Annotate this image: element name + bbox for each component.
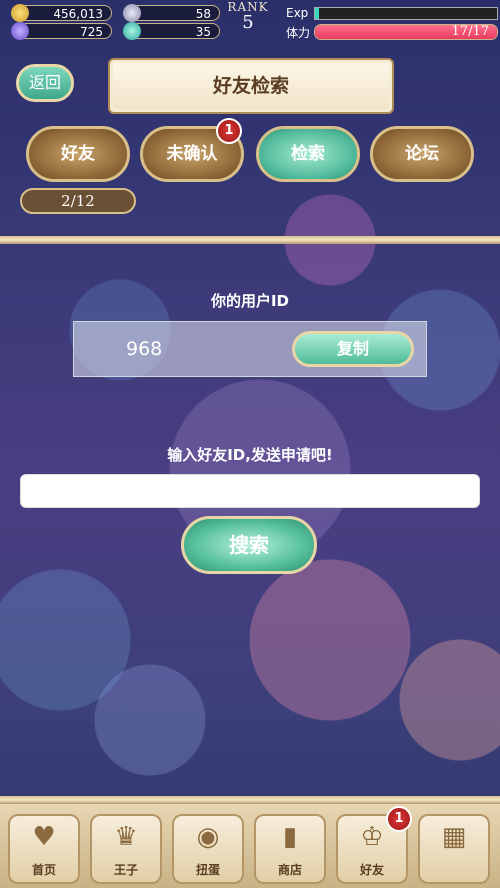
crystal-icon xyxy=(123,22,141,40)
nav-shop-label: 商店 xyxy=(277,863,302,877)
tab-forum[interactable]: 论坛 xyxy=(370,126,474,182)
item4-counter: 35 xyxy=(123,22,220,40)
stamina-label: 体力 xyxy=(286,26,311,40)
shop-icon: ▮ xyxy=(282,822,298,852)
rank-value: 5 xyxy=(242,12,254,33)
user-id-label: 你的用户ID xyxy=(210,292,290,310)
gem-counter: 725 xyxy=(11,22,112,40)
grid-icon: ▦ xyxy=(441,822,467,852)
nav-friends-label: 好友 xyxy=(359,863,384,877)
page-title: 好友检索 xyxy=(108,58,394,114)
header: ❦ 好友检索 ❧ xyxy=(0,52,500,152)
item4-value: 35 xyxy=(195,25,211,39)
friends-nav-badge: 1 xyxy=(386,806,412,832)
nav-home-label: 首页 xyxy=(31,863,56,877)
gem-icon xyxy=(11,22,29,40)
gem-value: 725 xyxy=(80,25,103,39)
gold-counter: 456,013 xyxy=(11,4,112,22)
back-button[interactable]: 返回 xyxy=(16,64,74,102)
tab-search[interactable]: 检索 xyxy=(256,126,360,182)
heart-icon: ♥ xyxy=(32,822,56,852)
divider xyxy=(0,796,500,804)
stamina-bar: 17/17 xyxy=(314,24,498,40)
crown-icon: ♛ xyxy=(114,822,138,852)
nav-prince-label: 王子 xyxy=(113,863,138,877)
divider xyxy=(0,236,500,244)
copy-button[interactable]: 复制 xyxy=(292,331,414,367)
nav-gacha[interactable]: ◉ 扭蛋 xyxy=(172,814,244,884)
nav-home[interactable]: ♥ 首页 xyxy=(8,814,80,884)
tab-unconfirmed-label: 未确认 xyxy=(166,144,218,164)
unconfirmed-badge: 1 xyxy=(216,118,242,144)
egg-icon: ◉ xyxy=(196,822,220,852)
gold-value: 456,013 xyxy=(53,7,103,21)
exp-label: Exp xyxy=(286,6,309,20)
nav-shop[interactable]: ▮ 商店 xyxy=(254,814,326,884)
exp-bar xyxy=(314,7,498,20)
friend-id-input[interactable] xyxy=(20,474,480,508)
status-bar: 456,013 58 725 35 RANK 5 Exp 体力 17/17 xyxy=(0,0,500,42)
item2-counter: 58 xyxy=(123,4,220,22)
search-prompt: 输入好友ID,发送申请吧! xyxy=(167,446,333,464)
tab-friends[interactable]: 好友 xyxy=(26,126,130,182)
user-id-value: 968 xyxy=(126,338,163,360)
exp-fill xyxy=(315,8,319,19)
coin-icon xyxy=(11,4,29,22)
stamina-value: 17/17 xyxy=(451,24,489,39)
rank-display: RANK 5 xyxy=(222,0,274,42)
user-id-box: 968 复制 xyxy=(73,321,427,377)
bottom-nav: ♥ 首页 ♛ 王子 ◉ 扭蛋 ▮ 商店 ♔ 好友 1 ▦ xyxy=(0,804,500,888)
friend-count: 2/12 xyxy=(20,188,136,214)
nav-prince[interactable]: ♛ 王子 xyxy=(90,814,162,884)
feather-icon xyxy=(123,4,141,22)
item2-value: 58 xyxy=(195,7,211,21)
nav-gacha-label: 扭蛋 xyxy=(195,863,220,877)
nav-menu[interactable]: ▦ xyxy=(418,814,490,884)
search-button[interactable]: 搜索 xyxy=(181,516,317,574)
